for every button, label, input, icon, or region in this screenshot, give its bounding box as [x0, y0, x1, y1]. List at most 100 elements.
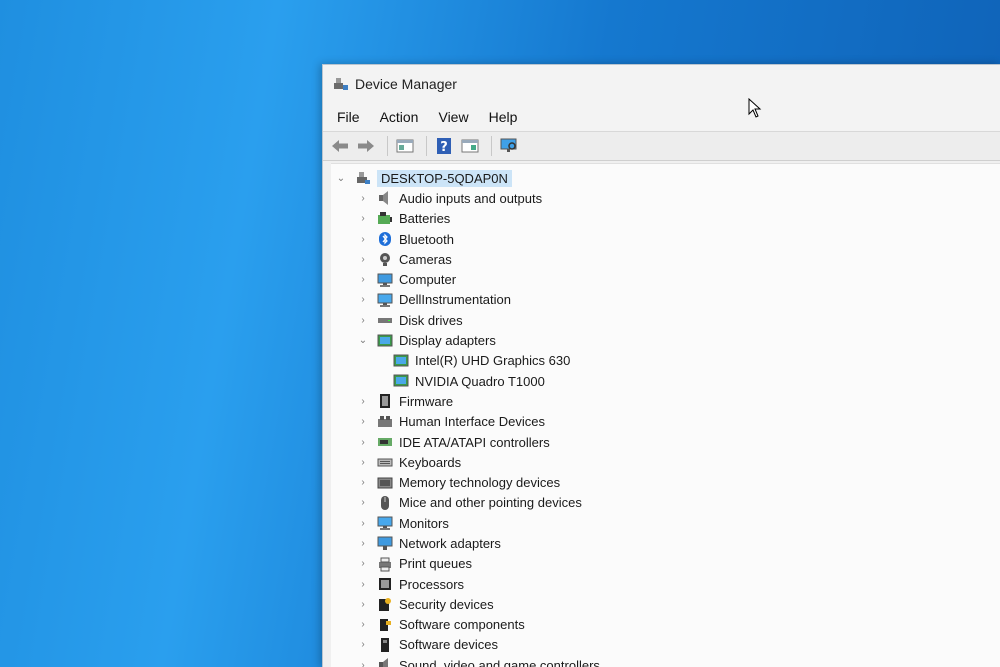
mouse-icon	[377, 495, 393, 511]
tree-category[interactable]: › Network adapters	[331, 533, 1000, 553]
chevron-down-icon[interactable]: ⌄	[335, 173, 347, 184]
tree-category-label: Computer	[399, 272, 457, 288]
tree-category[interactable]: › Memory technology devices	[331, 472, 1000, 492]
tree-category[interactable]: › Processors	[331, 574, 1000, 594]
chevron-right-icon[interactable]: ›	[357, 416, 369, 427]
chevron-right-icon[interactable]: ›	[357, 315, 369, 326]
tree-category[interactable]: › Software devices	[331, 635, 1000, 655]
chevron-right-icon[interactable]: ›	[357, 234, 369, 245]
toolbar-separator	[426, 136, 427, 156]
tree-category[interactable]: › Mice and other pointing devices	[331, 493, 1000, 513]
bluetooth-icon	[377, 231, 393, 247]
tree-category-label: IDE ATA/ATAPI controllers	[399, 434, 550, 450]
chevron-right-icon[interactable]: ›	[357, 193, 369, 204]
tree-device-label: NVIDIA Quadro T1000	[415, 373, 545, 389]
chevron-right-icon[interactable]: ›	[357, 660, 369, 667]
display-adapter-icon	[377, 333, 393, 349]
computer-tree-icon	[355, 170, 371, 186]
tree-category[interactable]: › Bluetooth	[331, 229, 1000, 249]
tree-category-label: Sound, video and game controllers	[399, 657, 600, 667]
chevron-right-icon[interactable]: ›	[357, 558, 369, 569]
monitor-icon	[377, 515, 393, 531]
device-tree: ⌄ DESKTOP-5QDAP0N › Audio inputs and outp…	[331, 163, 1000, 667]
menu-file[interactable]: File	[331, 107, 366, 127]
computer-name: DESKTOP-5QDAP0N	[377, 169, 512, 187]
tree-device[interactable]: Intel(R) UHD Graphics 630	[331, 351, 1000, 371]
tree-category-label: Software components	[399, 617, 525, 633]
tree-root-computer[interactable]: ⌄ DESKTOP-5QDAP0N	[331, 168, 1000, 188]
tree-category[interactable]: › Firmware	[331, 391, 1000, 411]
chevron-right-icon[interactable]: ›	[357, 294, 369, 305]
hid-icon	[377, 414, 393, 430]
tree-category[interactable]: › Keyboards	[331, 452, 1000, 472]
scan-hardware-icon[interactable]	[498, 135, 520, 157]
network-icon	[377, 535, 393, 551]
help-icon[interactable]: ?	[433, 135, 455, 157]
sound-icon	[377, 657, 393, 667]
monitor-icon	[377, 292, 393, 308]
chevron-down-icon[interactable]: ⌄	[357, 335, 369, 346]
tree-category-label: Disk drives	[399, 312, 463, 328]
forward-icon[interactable]	[355, 135, 377, 157]
tree-category[interactable]: › Sound, video and game controllers	[331, 655, 1000, 667]
chevron-right-icon[interactable]: ›	[357, 457, 369, 468]
tree-category[interactable]: › Monitors	[331, 513, 1000, 533]
tree-category-label: Monitors	[399, 515, 449, 531]
tree-category[interactable]: › IDE ATA/ATAPI controllers	[331, 432, 1000, 452]
menu-view[interactable]: View	[432, 107, 474, 127]
tree-category[interactable]: › Batteries	[331, 209, 1000, 229]
chevron-right-icon[interactable]: ›	[357, 477, 369, 488]
chevron-right-icon[interactable]: ›	[357, 579, 369, 590]
back-icon[interactable]	[329, 135, 351, 157]
processor-icon	[377, 576, 393, 592]
chevron-right-icon[interactable]: ›	[357, 437, 369, 448]
tree-category-label: Software devices	[399, 637, 498, 653]
tree-category[interactable]: › Software components	[331, 615, 1000, 635]
tree-device[interactable]: NVIDIA Quadro T1000	[331, 371, 1000, 391]
tree-category-label: Mice and other pointing devices	[399, 495, 582, 511]
display-adapter-icon	[393, 353, 409, 369]
tree-category-label: DellInstrumentation	[399, 292, 511, 308]
chevron-right-icon[interactable]: ›	[357, 254, 369, 265]
tree-device-label: Intel(R) UHD Graphics 630	[415, 353, 571, 369]
menu-action[interactable]: Action	[374, 107, 425, 127]
chevron-right-icon[interactable]: ›	[357, 619, 369, 630]
chevron-right-icon[interactable]: ›	[357, 518, 369, 529]
properties-icon[interactable]	[394, 135, 416, 157]
tree-category[interactable]: › Cameras	[331, 249, 1000, 269]
tree-category[interactable]: › Human Interface Devices	[331, 412, 1000, 432]
ide-controller-icon	[377, 434, 393, 450]
chevron-right-icon[interactable]: ›	[357, 274, 369, 285]
device-manager-window: Device Manager File Action View Help ? ⌄…	[322, 64, 1000, 667]
disk-icon	[377, 312, 393, 328]
title-bar[interactable]: Device Manager	[323, 65, 1000, 103]
tree-category-label: Cameras	[399, 251, 452, 267]
security-icon	[377, 596, 393, 612]
printer-icon	[377, 556, 393, 572]
chevron-right-icon[interactable]: ›	[357, 538, 369, 549]
tree-category-label: Network adapters	[399, 535, 501, 551]
menu-help[interactable]: Help	[483, 107, 524, 127]
tree-category-label: Memory technology devices	[399, 475, 561, 491]
toolbar-separator	[387, 136, 388, 156]
tree-category[interactable]: › Security devices	[331, 594, 1000, 614]
chevron-right-icon[interactable]: ›	[357, 639, 369, 650]
device-manager-icon	[333, 76, 349, 92]
chevron-right-icon[interactable]: ›	[357, 213, 369, 224]
toolbar-separator	[491, 136, 492, 156]
chevron-right-icon[interactable]: ›	[357, 396, 369, 407]
tree-category[interactable]: › Computer	[331, 269, 1000, 289]
tree-category[interactable]: › Print queues	[331, 554, 1000, 574]
tree-category[interactable]: › Disk drives	[331, 310, 1000, 330]
camera-icon	[377, 251, 393, 267]
tree-category-label: Bluetooth	[399, 231, 454, 247]
software-component-icon	[377, 617, 393, 633]
details-icon[interactable]	[459, 135, 481, 157]
chevron-right-icon[interactable]: ›	[357, 497, 369, 508]
tree-category[interactable]: › DellInstrumentation	[331, 290, 1000, 310]
tree-category[interactable]: ⌄ Display adapters	[331, 330, 1000, 350]
tree-category[interactable]: › Audio inputs and outputs	[331, 188, 1000, 208]
chevron-right-icon[interactable]: ›	[357, 599, 369, 610]
tree-category-label: Human Interface Devices	[399, 414, 545, 430]
menu-bar: File Action View Help	[323, 103, 1000, 131]
